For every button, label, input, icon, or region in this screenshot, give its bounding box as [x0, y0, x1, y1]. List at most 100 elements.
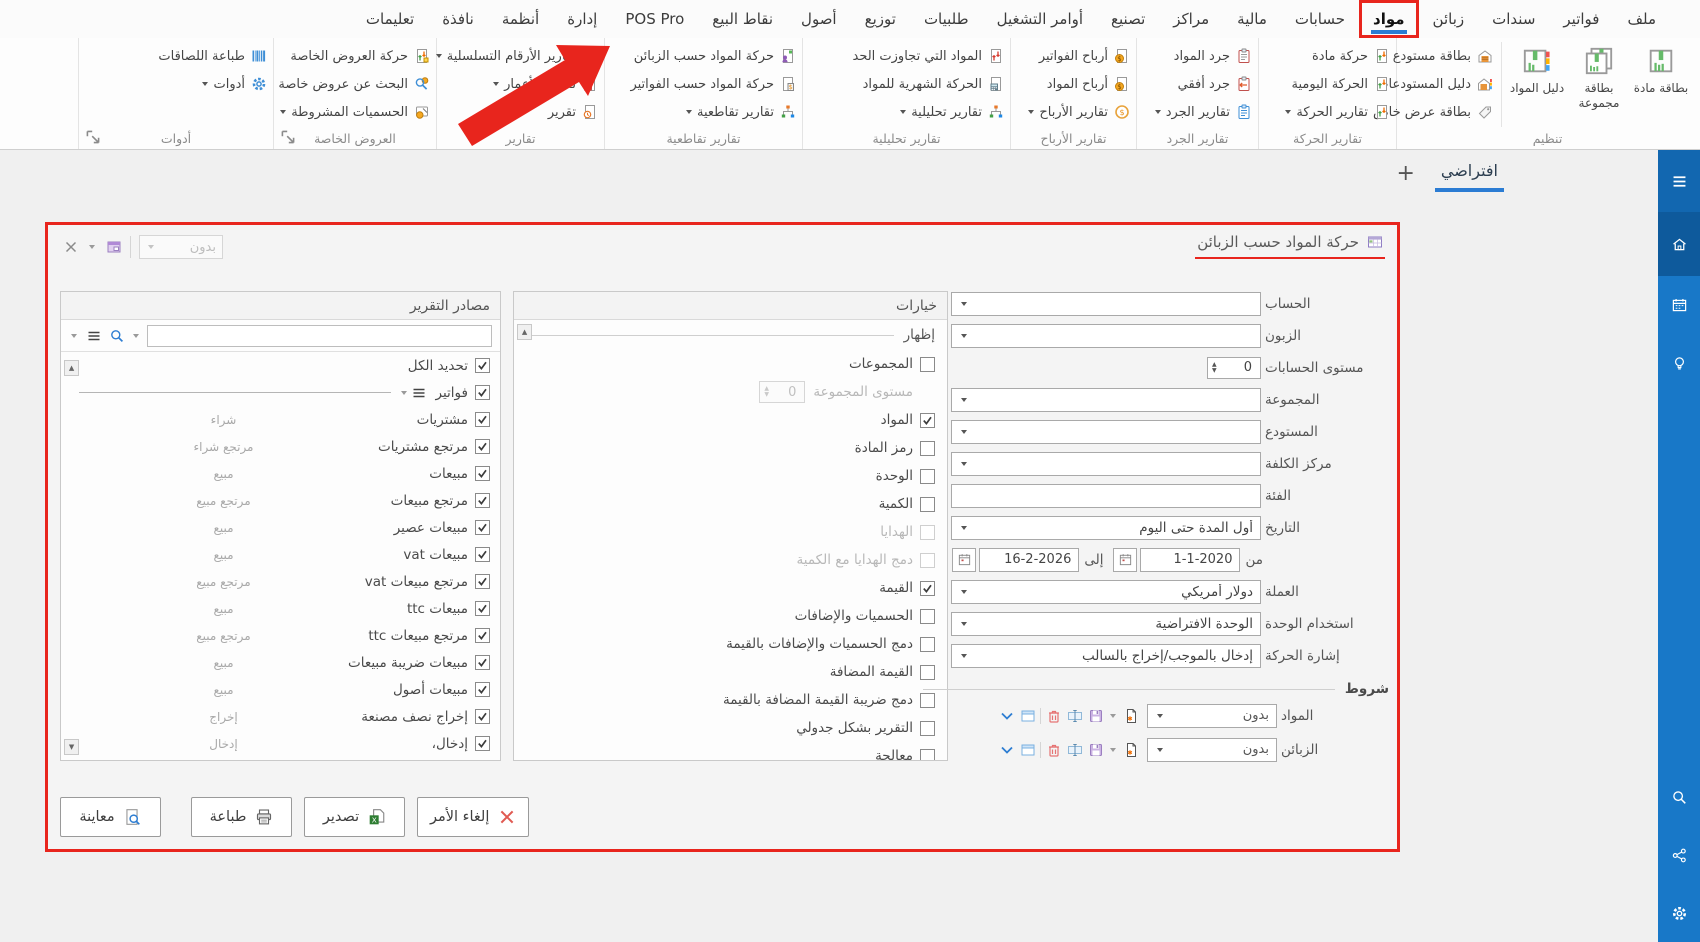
checkbox[interactable] [475, 493, 490, 508]
expand-condition-icon[interactable] [998, 707, 1015, 724]
ribbon-big-button[interactable]: بطاقة مادة [1630, 42, 1692, 127]
delete-condition-icon[interactable] [1045, 707, 1062, 724]
checkbox[interactable] [475, 412, 490, 427]
ribbon-item[interactable]: تقارير الحركة [1283, 98, 1390, 126]
save-condition-icon[interactable] [1087, 707, 1104, 724]
date-from-field[interactable]: 1-1-2020 [1140, 548, 1240, 572]
preview-button[interactable]: معاينة [60, 797, 161, 837]
scroll-down-button[interactable]: ▼ [64, 739, 79, 755]
checkbox[interactable] [475, 385, 490, 400]
menu-item-finance[interactable]: مالية [1223, 0, 1281, 38]
condition-select[interactable]: بدون [1147, 738, 1277, 762]
export-button[interactable]: Xتصدير [304, 797, 405, 837]
close-icon[interactable] [62, 239, 79, 256]
ribbon-big-button[interactable]: دليل المواد [1506, 42, 1568, 127]
checkbox[interactable] [920, 441, 935, 456]
view-tab-default[interactable]: افتراضي [1435, 155, 1504, 192]
checkbox[interactable] [920, 497, 935, 512]
ribbon-item[interactable]: جرد أفقي [1153, 70, 1252, 98]
cost-center-select[interactable] [951, 452, 1261, 476]
account-select[interactable] [951, 292, 1261, 316]
menu-item-pos-pro[interactable]: POS Pro [611, 0, 698, 38]
menu-item-file[interactable]: ملف [1613, 0, 1670, 38]
ribbon-big-button[interactable]: بطاقة مجموعة [1568, 42, 1630, 127]
menu-item-manufacture[interactable]: تصنيع [1097, 0, 1159, 38]
sidebar-calendar-button[interactable] [1658, 276, 1700, 334]
ribbon-item[interactable]: $أرباح المواد [1026, 70, 1130, 98]
sources-filter-input[interactable] [147, 325, 492, 347]
checkbox[interactable] [475, 736, 490, 751]
ribbon-item[interactable]: المواد التي تجاوزت الحد [850, 42, 1005, 70]
checkbox[interactable] [920, 553, 935, 568]
ribbon-item[interactable]: حركة مادة [1283, 42, 1390, 70]
checkbox[interactable] [920, 357, 935, 372]
scroll-up-button[interactable]: ▲ [64, 360, 79, 376]
menu-item-window[interactable]: نافذة [428, 0, 488, 38]
currency-select[interactable]: دولار أمريكي [951, 580, 1261, 604]
checkbox[interactable] [475, 709, 490, 724]
menu-item-help[interactable]: تعليمات [352, 0, 428, 38]
ribbon-item[interactable]: طباعة اللصاقات [155, 42, 267, 70]
ribbon-item[interactable]: تقارير تقاطعية [627, 98, 796, 126]
checkbox[interactable] [475, 628, 490, 643]
ribbon-item[interactable]: حركة العروض الخاصة [275, 42, 430, 70]
menu-item-customers[interactable]: زبائن [1419, 0, 1479, 38]
menu-item-invoices[interactable]: فواتير [1549, 0, 1613, 38]
condition-window-icon[interactable] [1019, 707, 1036, 724]
checkbox[interactable] [475, 358, 490, 373]
new-condition-icon[interactable] [1122, 741, 1139, 758]
new-condition-icon[interactable] [1122, 707, 1139, 724]
accounts-level-spinner[interactable]: ▲▼0 [1207, 357, 1261, 379]
group-select[interactable] [951, 388, 1261, 412]
checkbox[interactable] [475, 682, 490, 697]
condition-window-icon[interactable] [1019, 741, 1036, 758]
sidebar-menu-button[interactable] [1658, 150, 1700, 212]
menu-item-work-orders[interactable]: أوامر التشغيل [983, 0, 1097, 38]
cancel-button[interactable]: إلغاء الأمر [417, 797, 529, 837]
date-select[interactable]: أول المدة حتى اليوم [951, 516, 1261, 540]
report-template-icon[interactable] [105, 239, 122, 256]
sidebar-settings-button[interactable] [1658, 884, 1700, 942]
checkbox[interactable] [920, 525, 935, 540]
menu-item-accounts[interactable]: حسابات [1281, 0, 1359, 38]
ribbon-item[interactable]: $أرباح الفواتير [1026, 42, 1130, 70]
rename-condition-icon[interactable] [1066, 707, 1083, 724]
search-icon[interactable] [108, 327, 125, 344]
sidebar-search-button[interactable] [1658, 768, 1700, 826]
checkbox[interactable] [475, 520, 490, 535]
print-button[interactable]: طباعة [191, 797, 292, 837]
sidebar-home-button[interactable] [1658, 212, 1700, 276]
ribbon-item[interactable]: البحث عن عروض خاصة [275, 70, 430, 98]
ribbon-item[interactable]: جرد المواد [1153, 42, 1252, 70]
warehouse-select[interactable] [951, 420, 1261, 444]
checkbox[interactable] [920, 413, 935, 428]
checkbox[interactable] [920, 665, 935, 680]
calendar-button[interactable] [1113, 548, 1137, 572]
ribbon-item[interactable]: $حركة المواد حسب الفواتير [627, 70, 796, 98]
rename-condition-icon[interactable] [1066, 741, 1083, 758]
checkbox[interactable] [475, 574, 490, 589]
menu-item-materials[interactable]: مواد [1359, 0, 1419, 38]
checkbox[interactable] [920, 637, 935, 652]
checkbox[interactable] [475, 547, 490, 562]
menu-item-centers[interactable]: مراكز [1159, 0, 1223, 38]
template-combo[interactable]: بدون [139, 235, 223, 259]
menu-item-distribution[interactable]: توزيع [851, 0, 910, 38]
ribbon-item[interactable]: حركة المواد حسب الزبائن [627, 42, 796, 70]
checkbox[interactable] [920, 469, 935, 484]
checkbox[interactable] [475, 466, 490, 481]
ribbon-item[interactable]: الحركة الشهرية للمواد [850, 70, 1005, 98]
menu-item-pos[interactable]: نقاط البيع [698, 0, 787, 38]
ribbon-item[interactable]: تقرير [434, 98, 598, 126]
dialog-launcher-icon[interactable] [279, 128, 296, 145]
menu-item-assets[interactable]: أصول [787, 0, 851, 38]
ribbon-item[interactable]: $تقارير الأرباح [1026, 98, 1130, 126]
ribbon-item[interactable]: تقارير الجرد [1153, 98, 1252, 126]
menu-item-orders[interactable]: طلبيات [910, 0, 983, 38]
sidebar-share-button[interactable] [1658, 826, 1700, 884]
menu-item-systems[interactable]: أنظمة [488, 0, 553, 38]
ribbon-item[interactable]: تقارير تحليلية [850, 98, 1005, 126]
checkbox[interactable] [475, 439, 490, 454]
category-input[interactable] [951, 484, 1261, 508]
add-view-tab-button[interactable]: + [1392, 161, 1418, 192]
